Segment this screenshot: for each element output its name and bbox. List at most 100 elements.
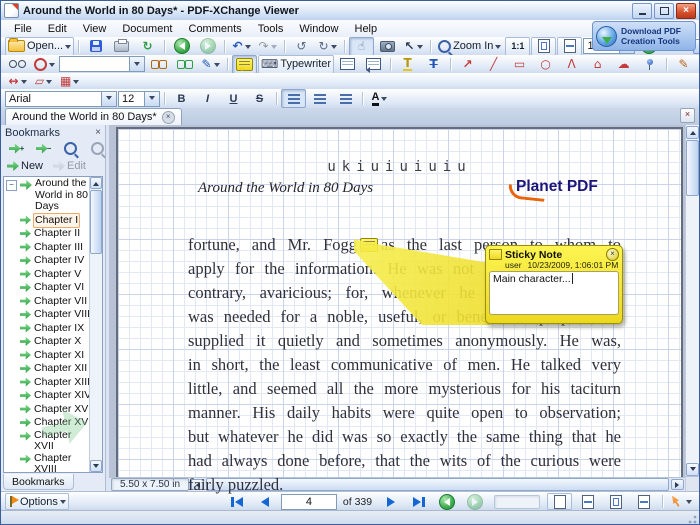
align-left-button[interactable] bbox=[281, 89, 306, 108]
bookmark-item[interactable]: Chapter IX bbox=[4, 322, 102, 336]
bookmark-item[interactable]: Chapter XI bbox=[4, 349, 102, 363]
ink-signature-button[interactable]: ✎ bbox=[198, 55, 223, 74]
text-replace-tool-button[interactable]: T bbox=[421, 55, 446, 74]
download-pdf-tools-badge[interactable]: Download PDFCreation Tools bbox=[592, 21, 696, 51]
arrow-tool-button[interactable]: ↗ bbox=[455, 55, 480, 74]
new-bookmark-button[interactable]: New bbox=[4, 158, 46, 175]
facing-continuous-layout-button[interactable] bbox=[631, 493, 656, 510]
font-family-dropdown[interactable] bbox=[101, 92, 116, 106]
text-insert-tool-button[interactable]: T bbox=[395, 55, 420, 74]
callout-tool-button[interactable] bbox=[361, 55, 386, 74]
bookmark-item[interactable]: Chapter VI bbox=[4, 281, 102, 295]
bookmark-item[interactable]: Chapter IV bbox=[4, 254, 102, 268]
minimize-button[interactable] bbox=[632, 3, 652, 19]
bookmark-item[interactable]: Chapter I bbox=[4, 214, 102, 228]
go-forward-button[interactable] bbox=[195, 37, 220, 56]
actual-size-button[interactable]: 1:1 bbox=[505, 37, 530, 56]
bookmark-item[interactable]: Chapter XVI bbox=[4, 416, 102, 430]
menu-item-tools[interactable]: Tools bbox=[251, 22, 291, 36]
attach-pin-tool-button[interactable] bbox=[637, 55, 662, 74]
font-size-dropdown[interactable] bbox=[144, 92, 159, 106]
polygon-tool-button[interactable]: ⌂ bbox=[585, 55, 610, 74]
save-button[interactable] bbox=[83, 37, 108, 56]
bookmark-item[interactable]: Chapter VIII bbox=[4, 308, 102, 322]
hand-tool-button[interactable]: ☝ bbox=[349, 37, 374, 56]
bookmark-item[interactable]: Chapter XV bbox=[4, 403, 102, 417]
expand-bookmarks-button[interactable]: + bbox=[4, 140, 29, 157]
rectangle-tool-button[interactable]: ▭ bbox=[507, 55, 532, 74]
close-button[interactable]: × bbox=[676, 3, 696, 19]
bookmarks-scrollbar[interactable] bbox=[89, 177, 102, 472]
document-tab[interactable]: Around the World in 80 Days* × bbox=[5, 108, 182, 125]
find-next-button[interactable] bbox=[172, 55, 197, 74]
bookmarks-panel-close-button[interactable]: × bbox=[95, 127, 101, 138]
scroll-right-button[interactable] bbox=[671, 479, 684, 490]
vertical-scrollbar[interactable] bbox=[685, 125, 699, 477]
find-previous-button[interactable] bbox=[146, 55, 171, 74]
cloud-tool-button[interactable]: ☁ bbox=[611, 55, 636, 74]
oval-tool-button[interactable]: ○ bbox=[533, 55, 558, 74]
menu-item-document[interactable]: Document bbox=[115, 22, 179, 36]
perimeter-tool-button[interactable]: ▱ bbox=[31, 72, 56, 91]
bookmark-item[interactable]: Chapter X bbox=[4, 335, 102, 349]
zoom-in-tool-button[interactable]: Zoom In bbox=[435, 37, 504, 56]
bookmark-item[interactable]: Chapter XVII bbox=[4, 430, 102, 453]
sticky-note-tool-button[interactable] bbox=[232, 55, 257, 74]
find-text-combo[interactable] bbox=[59, 56, 145, 72]
sticky-note-text-area[interactable]: Main character... bbox=[489, 271, 619, 315]
italic-button[interactable]: I bbox=[195, 89, 220, 108]
underline-button[interactable]: U bbox=[221, 89, 246, 108]
redo-button[interactable]: ↷ bbox=[255, 37, 280, 56]
open-button[interactable]: Open... bbox=[5, 37, 74, 56]
bookmark-item[interactable]: Chapter XVIII bbox=[4, 453, 102, 474]
snapshot-tool-button[interactable] bbox=[375, 37, 400, 56]
scrollbar-thumb[interactable] bbox=[90, 190, 102, 254]
textbox-tool-button[interactable] bbox=[335, 55, 360, 74]
collapse-node-icon[interactable]: − bbox=[6, 180, 17, 191]
scroll-down-button[interactable] bbox=[686, 463, 699, 476]
tab-close-icon[interactable]: × bbox=[162, 111, 175, 124]
resize-grip[interactable] bbox=[686, 513, 697, 524]
bookmark-item[interactable]: Chapter II bbox=[4, 227, 102, 241]
typewriter-tool-button[interactable]: ⌨Typewriter bbox=[258, 55, 334, 74]
font-color-button[interactable]: A bbox=[367, 89, 392, 108]
pointer-tool-button[interactable] bbox=[669, 492, 695, 511]
edit-bookmark-button[interactable]: Edit bbox=[50, 158, 89, 175]
strikethrough-button[interactable]: S bbox=[247, 89, 272, 108]
scrollbar-thumb[interactable] bbox=[686, 140, 699, 196]
pencil-tool-button[interactable]: ✎ bbox=[671, 55, 696, 74]
font-size-combo[interactable]: 12 bbox=[118, 91, 160, 107]
print-button[interactable] bbox=[109, 37, 134, 56]
distance-tool-button[interactable]: ↔ bbox=[5, 72, 30, 91]
scroll-up-button[interactable] bbox=[686, 126, 699, 139]
select-tool-button[interactable]: ↖ bbox=[401, 37, 426, 56]
bookmark-root[interactable]: − Around the World in 80 Days bbox=[4, 177, 102, 214]
line-tool-button[interactable]: ╱ bbox=[481, 55, 506, 74]
rotate-ccw-button[interactable]: ↺ bbox=[289, 37, 314, 56]
bookmark-item[interactable]: Chapter VII bbox=[4, 295, 102, 309]
menu-item-comments[interactable]: Comments bbox=[182, 22, 249, 36]
bookmarks-zoom-in-button[interactable] bbox=[58, 140, 83, 157]
bookmark-item[interactable]: Chapter XIV bbox=[4, 389, 102, 403]
maximize-button[interactable] bbox=[654, 3, 674, 19]
align-right-button[interactable] bbox=[333, 89, 358, 108]
scroll-down-button[interactable] bbox=[90, 460, 102, 472]
align-center-button[interactable] bbox=[307, 89, 332, 108]
fit-width-button[interactable] bbox=[557, 37, 582, 56]
menu-item-help[interactable]: Help bbox=[348, 22, 385, 36]
bookmark-item[interactable]: Chapter XIII bbox=[4, 376, 102, 390]
bookmark-item[interactable]: Chapter XII bbox=[4, 362, 102, 376]
go-back-button[interactable] bbox=[169, 37, 194, 56]
area-tool-button[interactable]: ▦ bbox=[57, 72, 82, 91]
close-document-button[interactable]: × bbox=[680, 108, 695, 123]
scroll-up-button[interactable] bbox=[90, 177, 102, 189]
find-button[interactable] bbox=[31, 55, 58, 74]
refresh-button[interactable]: ↻ bbox=[135, 37, 160, 56]
sticky-note-popup[interactable]: Sticky Note × user 10/23/2009, 1:06:01 P… bbox=[485, 245, 623, 324]
undo-button[interactable]: ↶ bbox=[229, 37, 254, 56]
menu-item-window[interactable]: Window bbox=[292, 22, 345, 36]
options-button[interactable]: Options bbox=[5, 493, 69, 510]
collapse-bookmarks-button[interactable]: − bbox=[31, 140, 56, 157]
pdf-page[interactable]: ukiuiuiuiu Around the World in 80 Days P… bbox=[116, 127, 683, 477]
bookmark-item[interactable]: Chapter III bbox=[4, 241, 102, 255]
